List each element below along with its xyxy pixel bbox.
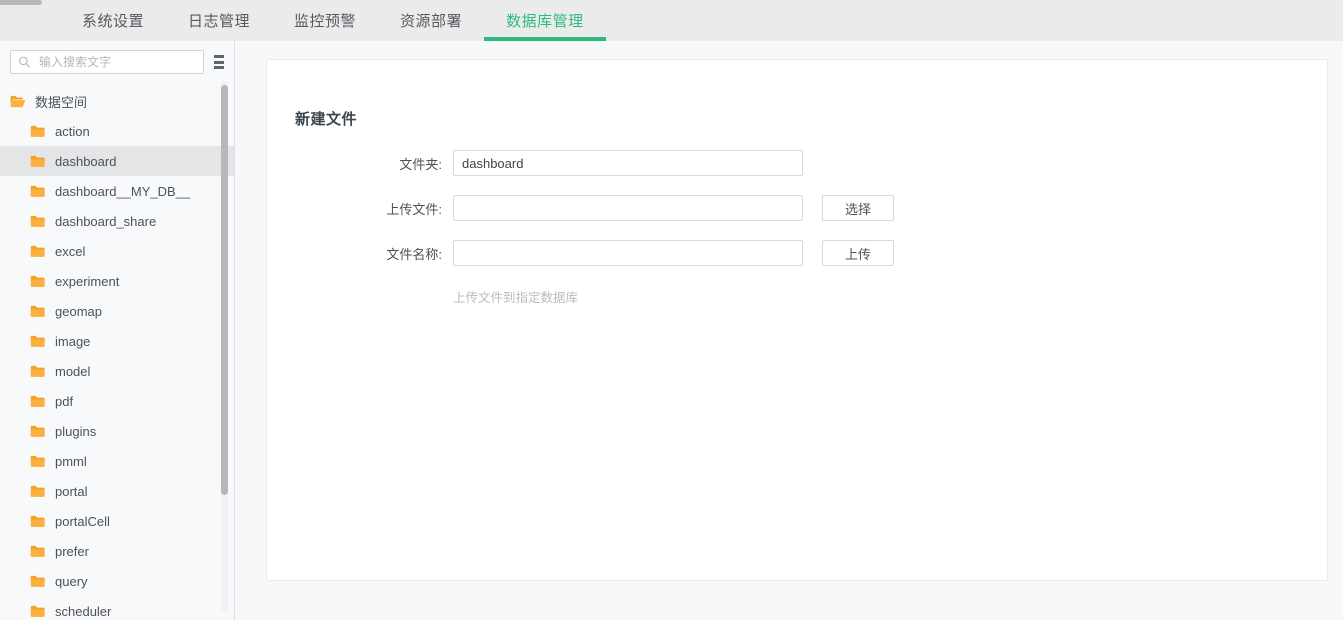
tab-list: 系统设置 日志管理 监控预警 资源部署 数据库管理 — [60, 0, 606, 41]
folder-icon — [30, 305, 46, 318]
folder-icon — [30, 275, 46, 288]
tab-label: 系统设置 — [82, 10, 144, 31]
sidebar-item-label: portalCell — [55, 514, 110, 529]
search-box[interactable] — [10, 50, 204, 74]
file-name-field-label: 文件名称: — [267, 244, 453, 263]
new-file-card: 新建文件 文件夹: 上传文件: 选择 文件名称: 上传 上传文件到指定数据库 — [266, 59, 1328, 581]
sidebar-item-dashboard-share[interactable]: dashboard_share — [0, 206, 234, 236]
tab-label: 监控预警 — [294, 10, 356, 31]
sidebar-item-excel[interactable]: excel — [0, 236, 234, 266]
sidebar-item-label: pmml — [55, 454, 87, 469]
choose-file-button[interactable]: 选择 — [822, 195, 894, 221]
upload-button[interactable]: 上传 — [822, 240, 894, 266]
folder-input[interactable] — [453, 150, 803, 176]
tree-node-root[interactable]: 数据空间 — [0, 86, 234, 116]
tree-node-label: 数据空间 — [35, 92, 87, 111]
sidebar-item-portal[interactable]: portal — [0, 476, 234, 506]
sidebar-item-query[interactable]: query — [0, 566, 234, 596]
sidebar-item-geomap[interactable]: geomap — [0, 296, 234, 326]
sidebar-item-label: image — [55, 334, 90, 349]
search-input[interactable] — [37, 51, 203, 73]
folder-icon — [30, 185, 46, 198]
sidebar-search-row — [0, 41, 234, 82]
folder-tree: 数据空间 action dashboard — [0, 82, 234, 620]
folder-open-icon — [10, 95, 26, 108]
sidebar-item-plugins[interactable]: plugins — [0, 416, 234, 446]
file-name-input[interactable] — [453, 240, 803, 266]
folder-icon — [30, 155, 46, 168]
sidebar-item-label: prefer — [55, 544, 89, 559]
tab-database-management[interactable]: 数据库管理 — [484, 0, 606, 41]
sidebar-item-label: dashboard__MY_DB__ — [55, 184, 190, 199]
sidebar-item-prefer[interactable]: prefer — [0, 536, 234, 566]
sidebar-item-label: dashboard — [55, 154, 116, 169]
sidebar-item-dashboard-my-db[interactable]: dashboard__MY_DB__ — [0, 176, 234, 206]
sidebar-item-dashboard[interactable]: dashboard — [0, 146, 234, 176]
sidebar: 数据空间 action dashboard — [0, 41, 235, 620]
sidebar-item-label: pdf — [55, 394, 73, 409]
tab-system-settings[interactable]: 系统设置 — [60, 0, 166, 41]
folder-icon — [30, 545, 46, 558]
tab-resource-deployment[interactable]: 资源部署 — [378, 0, 484, 41]
page-body: 数据空间 action dashboard — [0, 41, 1343, 620]
sidebar-item-pmml[interactable]: pmml — [0, 446, 234, 476]
tab-monitoring-alerts[interactable]: 监控预警 — [272, 0, 378, 41]
sidebar-item-experiment[interactable]: experiment — [0, 266, 234, 296]
sidebar-item-scheduler[interactable]: scheduler — [0, 596, 234, 620]
sidebar-item-label: action — [55, 124, 90, 139]
folder-icon — [30, 605, 46, 618]
folder-icon — [30, 335, 46, 348]
upload-file-input[interactable] — [453, 195, 803, 221]
folder-icon — [30, 365, 46, 378]
form-row-file-name: 文件名称: 上传 — [267, 240, 1327, 266]
sidebar-item-label: scheduler — [55, 604, 111, 619]
form-hint-text: 上传文件到指定数据库 — [453, 285, 1327, 306]
sidebar-scrollbar-thumb[interactable] — [221, 85, 228, 495]
folder-icon — [30, 215, 46, 228]
folder-icon — [30, 485, 46, 498]
top-tab-bar: 系统设置 日志管理 监控预警 资源部署 数据库管理 — [0, 0, 1343, 41]
sidebar-item-action[interactable]: action — [0, 116, 234, 146]
sidebar-item-model[interactable]: model — [0, 356, 234, 386]
sidebar-item-label: query — [55, 574, 88, 589]
sidebar-item-label: excel — [55, 244, 85, 259]
tab-log-management[interactable]: 日志管理 — [166, 0, 272, 41]
sidebar-item-label: plugins — [55, 424, 96, 439]
sidebar-item-label: dashboard_share — [55, 214, 156, 229]
folder-icon — [30, 575, 46, 588]
main-content: 新建文件 文件夹: 上传文件: 选择 文件名称: 上传 上传文件到指定数据库 — [235, 41, 1343, 620]
sidebar-item-label: portal — [55, 484, 88, 499]
folder-icon — [30, 455, 46, 468]
horizontal-scrollbar-nub[interactable] — [0, 0, 42, 5]
sidebar-scrollbar[interactable] — [221, 81, 228, 611]
upload-file-field-label: 上传文件: — [267, 199, 453, 218]
hamburger-menu-icon[interactable] — [212, 54, 226, 70]
tab-label: 数据库管理 — [506, 10, 584, 31]
form-row-folder: 文件夹: — [267, 150, 1327, 176]
sidebar-item-label: experiment — [55, 274, 119, 289]
folder-icon — [30, 425, 46, 438]
folder-icon — [30, 515, 46, 528]
folder-field-label: 文件夹: — [267, 154, 453, 173]
tab-label: 日志管理 — [188, 10, 250, 31]
new-file-form: 文件夹: 上传文件: 选择 文件名称: 上传 上传文件到指定数据库 — [267, 150, 1327, 306]
page-title: 新建文件 — [295, 108, 357, 129]
folder-icon — [30, 245, 46, 258]
form-row-upload-file: 上传文件: 选择 — [267, 195, 1327, 221]
sidebar-item-label: geomap — [55, 304, 102, 319]
sidebar-item-image[interactable]: image — [0, 326, 234, 356]
sidebar-item-label: model — [55, 364, 90, 379]
sidebar-item-pdf[interactable]: pdf — [0, 386, 234, 416]
tab-label: 资源部署 — [400, 10, 462, 31]
folder-icon — [30, 395, 46, 408]
sidebar-item-portalcell[interactable]: portalCell — [0, 506, 234, 536]
search-icon — [18, 56, 31, 69]
folder-icon — [30, 125, 46, 138]
